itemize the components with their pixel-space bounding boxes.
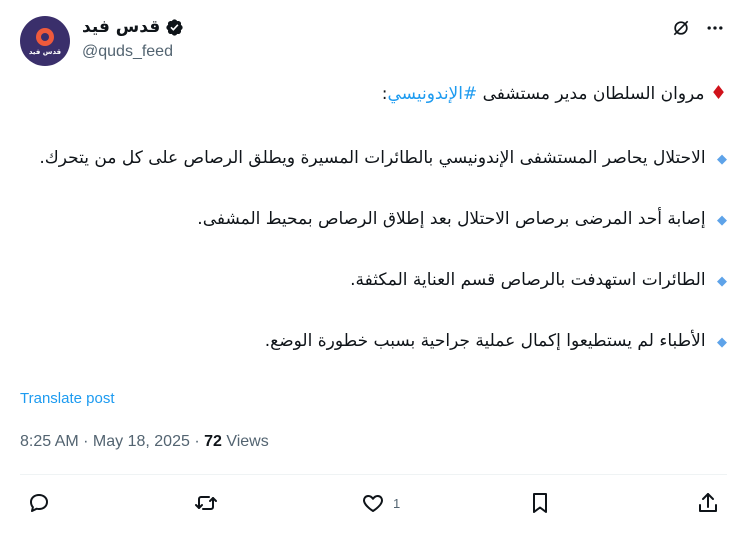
action-bar: 1 bbox=[0, 491, 747, 521]
avatar-logo-icon bbox=[36, 28, 54, 46]
blue-diamond-icon: ◆ bbox=[717, 213, 727, 228]
bookmark-button[interactable] bbox=[528, 491, 552, 515]
tweet-point: ◆ الطائرات استهدفت بالرصاص قسم العناية ا… bbox=[20, 265, 727, 297]
tweet-point: ◆ الاحتلال يحاصر المستشفى الإندونيسي بال… bbox=[20, 143, 727, 175]
blue-diamond-icon: ◆ bbox=[717, 152, 727, 167]
share-button[interactable] bbox=[696, 491, 720, 515]
reply-button[interactable] bbox=[27, 491, 51, 515]
avatar[interactable]: قدس فيد bbox=[20, 16, 70, 66]
share-icon bbox=[699, 493, 717, 512]
views-count: 72 bbox=[204, 433, 222, 450]
tweet-intro: ♦ مروان السلطان مدير مستشفى #الإندونيسي: bbox=[20, 78, 727, 114]
red-diamond-icon: ♦ bbox=[709, 82, 727, 104]
bookmark-icon bbox=[533, 493, 547, 513]
display-name[interactable]: قدس فيد bbox=[82, 17, 160, 37]
author-handle[interactable]: @quds_feed bbox=[82, 43, 173, 61]
header-actions bbox=[671, 18, 725, 38]
point-text: الأطباء لم يستطيعوا إكمال عملية جراحية ب… bbox=[264, 331, 706, 351]
reply-icon bbox=[30, 494, 48, 512]
tweet-header: قدس فيد قدس فيد @quds_feed bbox=[0, 12, 747, 70]
more-icon[interactable] bbox=[705, 18, 725, 38]
like-icon bbox=[363, 495, 383, 512]
views-label: Views bbox=[221, 433, 269, 450]
intro-text: مروان السلطان مدير مستشفى bbox=[482, 84, 705, 104]
blue-diamond-icon: ◆ bbox=[717, 335, 727, 350]
post-time[interactable]: 8:25 AM bbox=[20, 433, 79, 450]
post-date[interactable]: May 18, 2025 bbox=[93, 433, 190, 450]
divider bbox=[20, 474, 727, 475]
meta-separator: · bbox=[189, 433, 205, 450]
verified-badge-icon bbox=[166, 18, 183, 36]
tweet-point: ◆ الأطباء لم يستطيعوا إكمال عملية جراحية… bbox=[20, 326, 727, 358]
author-name-row[interactable]: قدس فيد bbox=[82, 17, 184, 37]
hashtag-link[interactable]: #الإندونيسي bbox=[388, 84, 478, 104]
translate-post-link[interactable]: Translate post bbox=[20, 390, 115, 407]
like-button[interactable]: 1 bbox=[361, 491, 400, 515]
point-text: الطائرات استهدفت بالرصاص قسم العناية الم… bbox=[350, 270, 706, 290]
point-text: إصابة أحد المرضى برصاص الاحتلال بعد إطلا… bbox=[197, 209, 706, 229]
tweet-point: ◆ إصابة أحد المرضى برصاص الاحتلال بعد إط… bbox=[20, 204, 727, 236]
point-text: الاحتلال يحاصر المستشفى الإندونيسي بالطا… bbox=[39, 148, 706, 168]
retweet-icon bbox=[195, 496, 217, 510]
tweet-text: ♦ مروان السلطان مدير مستشفى #الإندونيسي:… bbox=[20, 78, 727, 358]
grok-icon[interactable] bbox=[671, 18, 691, 38]
like-count: 1 bbox=[393, 495, 401, 511]
avatar-logo-text: قدس فيد bbox=[28, 48, 62, 56]
blue-diamond-icon: ◆ bbox=[717, 274, 727, 289]
retweet-button[interactable] bbox=[194, 491, 218, 515]
tweet-meta: 8:25 AM · May 18, 2025 · 72 Views bbox=[20, 433, 269, 451]
meta-separator: · bbox=[78, 433, 93, 450]
